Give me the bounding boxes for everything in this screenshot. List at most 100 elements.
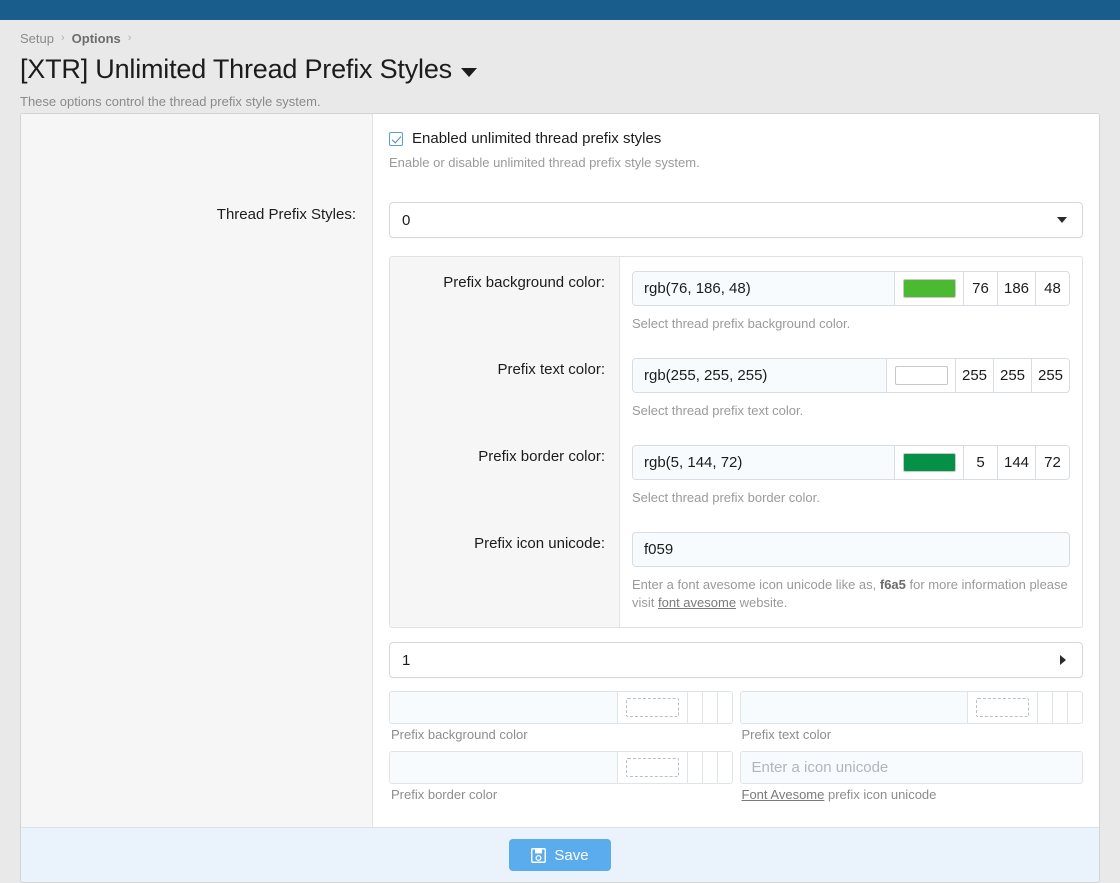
border-color-hint: Select thread prefix border color.	[632, 489, 1070, 508]
template-background-color-caption: Prefix background color	[391, 727, 733, 742]
template-icon-unicode-caption: Font Avesome prefix icon unicode	[742, 787, 1084, 802]
border-color-input-group[interactable]: rgb(5, 144, 72) 5 144 72	[632, 445, 1070, 480]
border-color-swatch-cell[interactable]	[894, 446, 963, 479]
template-border-color-input[interactable]	[390, 752, 617, 783]
style-0-text-color-row: Prefix text color: rgb(255, 255, 255) 25…	[390, 344, 1082, 431]
template-text-color-b[interactable]	[1067, 692, 1082, 723]
enabled-checkbox-label[interactable]: Enabled unlimited thread prefix styles	[412, 130, 661, 147]
template-text-color-input[interactable]	[741, 692, 968, 723]
style-0-border-color-value: rgb(5, 144, 72) 5 144 72 Select thread p…	[620, 431, 1082, 518]
text-color-input-group[interactable]: rgb(255, 255, 255) 255 255 255	[632, 358, 1070, 393]
border-color-g-value[interactable]: 144	[997, 446, 1035, 479]
caret-right-icon[interactable]	[1060, 655, 1066, 665]
text-color-text-input[interactable]: rgb(255, 255, 255)	[633, 359, 886, 392]
template-border-color-r[interactable]	[687, 752, 702, 783]
text-color-hint: Select thread prefix text color.	[632, 402, 1070, 421]
text-color-b-value[interactable]: 255	[1031, 359, 1069, 392]
style-1-template-grid: Prefix background color Prefix bo	[389, 691, 1083, 811]
template-text-color-swatch-cell[interactable]	[967, 692, 1037, 723]
empty-color-swatch-icon[interactable]	[626, 698, 679, 717]
background-color-g-value[interactable]: 186	[997, 272, 1035, 305]
style-1-header[interactable]: 1	[389, 642, 1083, 678]
template-background-color-group[interactable]	[389, 691, 733, 724]
page-header: Setup › Options › [XTR] Unlimited Thread…	[0, 20, 1120, 109]
template-text-color-caption: Prefix text color	[742, 727, 1084, 742]
template-icon-unicode-input[interactable]: Enter a icon unicode	[740, 751, 1084, 784]
template-border-color-swatch-cell[interactable]	[617, 752, 687, 783]
page-title-text: [XTR] Unlimited Thread Prefix Styles	[20, 54, 452, 85]
breadcrumb: Setup › Options ›	[20, 28, 1120, 48]
form-row-enabled: Enabled unlimited thread prefix styles E…	[21, 114, 1099, 184]
template-background-color-swatch-cell[interactable]	[617, 692, 687, 723]
style-0-panel: Prefix background color: rgb(76, 186, 48…	[389, 256, 1083, 628]
border-color-r-value[interactable]: 5	[963, 446, 997, 479]
empty-color-swatch-icon[interactable]	[626, 758, 679, 777]
style-0-icon-unicode-row: Prefix icon unicode: f059 Enter a font a…	[390, 518, 1082, 628]
template-background-color-input[interactable]	[390, 692, 617, 723]
enabled-checkbox-hint: Enable or disable unlimited thread prefi…	[389, 155, 1083, 170]
caret-down-icon[interactable]	[461, 68, 477, 77]
style-1-header-value: 1	[402, 652, 410, 669]
style-0-background-color-label: Prefix background color:	[390, 257, 620, 344]
breadcrumb-separator-icon: ›	[128, 32, 132, 44]
font-avesome-link[interactable]: font avesome	[658, 595, 736, 610]
style-0-text-color-label: Prefix text color:	[390, 344, 620, 431]
page-title: [XTR] Unlimited Thread Prefix Styles	[20, 54, 1120, 85]
thread-prefix-styles-value: 0 Prefix background color: rgb(76, 186, …	[373, 184, 1099, 827]
background-color-input-group[interactable]: rgb(76, 186, 48) 76 186 48	[632, 271, 1070, 306]
style-0-header[interactable]: 0	[389, 202, 1083, 238]
background-color-r-value[interactable]: 76	[963, 272, 997, 305]
form-row-thread-prefix-styles: Thread Prefix Styles: 0 Prefix backgroun…	[21, 184, 1099, 827]
text-color-swatch-cell[interactable]	[886, 359, 955, 392]
enabled-checkbox-line[interactable]: Enabled unlimited thread prefix styles	[389, 130, 1083, 147]
form-footer-bar: Save	[21, 827, 1099, 882]
save-button-label: Save	[554, 847, 588, 864]
background-color-hint: Select thread prefix background color.	[632, 315, 1070, 334]
template-border-color-field: Prefix border color	[389, 751, 733, 802]
template-background-color-b[interactable]	[717, 692, 732, 723]
template-text-color-group[interactable]	[740, 691, 1084, 724]
style-0-border-color-label: Prefix border color:	[390, 431, 620, 518]
breadcrumb-separator-icon: ›	[61, 32, 65, 44]
color-swatch-icon[interactable]	[903, 279, 956, 298]
template-text-color-field: Prefix text color	[740, 691, 1084, 742]
icon-unicode-hint-part1: Enter a font avesome icon unicode like a…	[632, 577, 880, 592]
save-disk-icon	[531, 848, 546, 863]
font-avesome-link[interactable]: Font Avesome	[742, 787, 825, 802]
save-button[interactable]: Save	[509, 839, 610, 871]
template-background-color-r[interactable]	[687, 692, 702, 723]
template-icon-unicode-field: Enter a icon unicode Font Avesome prefix…	[740, 751, 1084, 802]
template-border-color-group[interactable]	[389, 751, 733, 784]
icon-unicode-hint-example: f6a5	[880, 577, 906, 592]
top-navigation-bar	[0, 0, 1120, 20]
background-color-b-value[interactable]: 48	[1035, 272, 1069, 305]
background-color-swatch-cell[interactable]	[894, 272, 963, 305]
style-0-text-color-value: rgb(255, 255, 255) 255 255 255 Select th…	[620, 344, 1082, 431]
page-description: These options control the thread prefix …	[20, 94, 1120, 109]
style-0-background-color-value: rgb(76, 186, 48) 76 186 48 Select thread…	[620, 257, 1082, 344]
icon-unicode-hint: Enter a font avesome icon unicode like a…	[632, 576, 1070, 614]
template-border-color-b[interactable]	[717, 752, 732, 783]
caret-down-icon[interactable]	[1057, 217, 1067, 223]
icon-unicode-input[interactable]: f059	[632, 532, 1070, 567]
text-color-g-value[interactable]: 255	[993, 359, 1031, 392]
color-swatch-icon[interactable]	[903, 453, 956, 472]
template-border-color-g[interactable]	[702, 752, 717, 783]
template-background-color-field: Prefix background color	[389, 691, 733, 742]
border-color-b-value[interactable]: 72	[1035, 446, 1069, 479]
template-background-color-g[interactable]	[702, 692, 717, 723]
form-row-enabled-value: Enabled unlimited thread prefix styles E…	[373, 114, 1099, 184]
checkbox-checked-icon[interactable]	[389, 132, 403, 146]
style-0-icon-unicode-label: Prefix icon unicode:	[390, 518, 620, 628]
empty-color-swatch-icon[interactable]	[976, 698, 1029, 717]
background-color-text-input[interactable]: rgb(76, 186, 48)	[633, 272, 894, 305]
template-icon-unicode-caption-rest: prefix icon unicode	[824, 787, 936, 802]
breadcrumb-item-options[interactable]: Options	[72, 31, 121, 46]
options-card: Enabled unlimited thread prefix styles E…	[20, 113, 1100, 883]
text-color-r-value[interactable]: 255	[955, 359, 993, 392]
breadcrumb-item-setup[interactable]: Setup	[20, 31, 54, 46]
border-color-text-input[interactable]: rgb(5, 144, 72)	[633, 446, 894, 479]
color-swatch-icon[interactable]	[895, 366, 948, 385]
template-text-color-g[interactable]	[1052, 692, 1067, 723]
template-text-color-r[interactable]	[1037, 692, 1052, 723]
